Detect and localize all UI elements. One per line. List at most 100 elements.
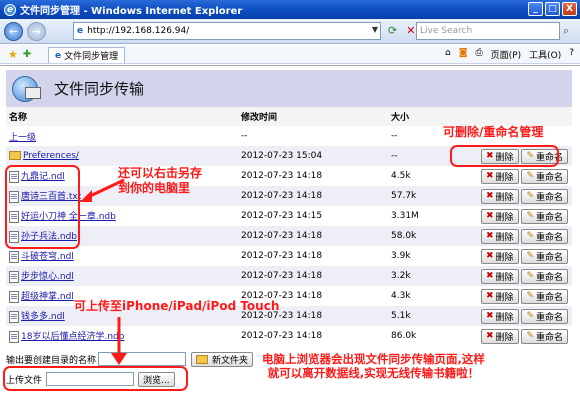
window-title: 文件同步管理 - Windows Internet Explorer (20, 6, 243, 17)
print-icon[interactable]: ⎙ (475, 48, 482, 61)
rename-label: 重命名 (535, 192, 563, 203)
column-name-header: 名称 (6, 107, 238, 126)
delete-button[interactable]: ✖ 删除 (481, 288, 519, 304)
cell-actions: ✖ 删除 ✎ 重命名 (448, 226, 572, 246)
refresh-icon[interactable]: ⟳ (388, 24, 397, 37)
add-favorites-icon[interactable]: ✚ (23, 49, 31, 60)
favorites-star-icon[interactable]: ★ (8, 48, 18, 61)
delete-label: 删除 (495, 312, 514, 323)
new-folder-button[interactable]: 新文件夹 (191, 351, 254, 367)
search-icon[interactable]: ⌕ (563, 24, 569, 38)
column-size-header: 大小 (388, 107, 448, 126)
file-link[interactable]: Preferences/ (23, 151, 79, 161)
delete-button[interactable]: ✖ 删除 (481, 308, 519, 324)
file-link[interactable]: 步步惊心.ndl (21, 272, 74, 282)
delete-icon: ✖ (486, 291, 494, 301)
file-icon (9, 330, 19, 343)
table-row: 孙子兵法.ndb 2012-07-23 14:18 58.0k ✖ 删除 ✎ 重命名 (6, 226, 572, 246)
delete-label: 删除 (495, 252, 514, 263)
tab-current[interactable]: e 文件同步管理 (48, 47, 126, 63)
upload-highlight (3, 366, 188, 391)
forward-button[interactable]: → (27, 21, 46, 41)
cell-time: 2012-07-23 14:18 (238, 226, 388, 246)
rename-button[interactable]: ✎ 重命名 (521, 288, 568, 304)
feeds-icon[interactable]: ◙ (459, 48, 468, 61)
tab-page-icon: e (55, 50, 62, 61)
cell-size: 3.9k (391, 251, 411, 261)
file-link[interactable]: 钱多多.ndl (21, 312, 65, 322)
upload-arrow (111, 317, 127, 365)
delete-label: 删除 (495, 172, 514, 183)
cell-actions: ✖ 删除 ✎ 重命名 (448, 246, 572, 266)
delete-button[interactable]: ✖ 删除 (481, 188, 519, 204)
delete-button[interactable]: ✖ 删除 (481, 168, 519, 184)
rename-label: 重命名 (535, 312, 563, 323)
manage-highlight (450, 145, 559, 167)
upload-annotation: 可上传至iPhone/iPad/iPod Touch (74, 299, 280, 313)
cell-time: 2012-07-23 14:18 (241, 331, 323, 341)
delete-button[interactable]: ✖ 删除 (481, 248, 519, 264)
delete-icon: ✖ (486, 191, 494, 201)
file-icon (9, 290, 19, 303)
navigation-bar: ← → e http://192.168.126.94/ ▼ ⟳ ✕ Live … (0, 19, 580, 44)
column-time-header: 修改时间 (238, 107, 388, 126)
ie-logo-icon: e (4, 3, 16, 16)
page-menu[interactable]: 页面(P) (491, 48, 521, 61)
maximize-button[interactable]: □ (545, 2, 560, 16)
cell-size: 4.5k (391, 171, 411, 181)
address-url: http://192.168.126.94/ (87, 26, 190, 36)
search-input[interactable]: Live Search (416, 22, 560, 40)
delete-label: 删除 (495, 212, 514, 223)
help-icon[interactable]: ? (569, 48, 574, 61)
rename-button[interactable]: ✎ 重命名 (521, 208, 568, 224)
file-link[interactable]: 超级神掌.ndl (21, 292, 74, 302)
page-header: 文件同步传输 (6, 70, 572, 107)
minimize-button[interactable]: _ (528, 2, 543, 16)
delete-icon: ✖ (486, 211, 494, 221)
cell-actions: ✖ 删除 ✎ 重命名 (448, 206, 572, 226)
cell-time: 2012-07-23 14:18 (238, 186, 388, 206)
address-bar[interactable]: e http://192.168.126.94/ ▼ (73, 22, 381, 40)
rename-button[interactable]: ✎ 重命名 (521, 228, 568, 244)
table-row: 好运小刀神 全一章.ndb 2012-07-23 14:15 3.31M ✖ 删除 ✎ 重… (6, 206, 572, 226)
delete-label: 删除 (495, 272, 514, 283)
delete-icon: ✖ (486, 251, 494, 261)
cell-time: 2012-07-23 14:18 (238, 266, 388, 286)
file-icon (9, 270, 19, 283)
stop-icon[interactable]: ✕ (406, 24, 415, 37)
cell-actions: ✖ 删除 ✎ 重命名 (448, 286, 572, 306)
rename-button[interactable]: ✎ 重命名 (521, 308, 568, 324)
cell-name: Preferences/ (6, 146, 238, 166)
delete-button[interactable]: ✖ 删除 (481, 268, 519, 284)
close-button[interactable]: X (562, 2, 577, 16)
rename-button[interactable]: ✎ 重命名 (521, 188, 568, 204)
file-link[interactable]: 上一级 (9, 133, 36, 143)
chevron-down-icon[interactable]: ▼ (372, 25, 378, 34)
tools-menu[interactable]: 工具(O) (529, 48, 561, 61)
rename-button[interactable]: ✎ 重命名 (521, 268, 568, 284)
page-title: 文件同步传输 (54, 80, 145, 98)
delete-label: 删除 (495, 292, 514, 303)
folder-icon (9, 151, 21, 160)
home-icon[interactable]: ⌂ (445, 48, 451, 61)
delete-button[interactable]: ✖ 删除 (481, 228, 519, 244)
rename-label: 重命名 (535, 332, 563, 343)
back-button[interactable]: ← (4, 21, 23, 41)
sync-globe-icon (12, 75, 41, 102)
delete-button[interactable]: ✖ 删除 (481, 328, 519, 344)
rename-button[interactable]: ✎ 重命名 (521, 248, 568, 264)
new-folder-label: 新文件夹 (212, 355, 249, 366)
cell-name: 上一级 (6, 126, 238, 146)
rename-icon: ✎ (526, 211, 534, 221)
delete-icon: ✖ (486, 271, 494, 281)
rename-label: 重命名 (535, 272, 563, 283)
delete-button[interactable]: ✖ 删除 (481, 208, 519, 224)
rename-icon: ✎ (526, 271, 534, 281)
rename-button[interactable]: ✎ 重命名 (521, 328, 568, 344)
bottom-annotation: 电脑上浏览器会出现文件同步传输页面,这样 就可以离开数据线,实现无线传输书籍啦！ (262, 352, 485, 381)
file-link[interactable]: 斗破苍穹.ndl (21, 252, 74, 262)
cell-size: 3.31M (391, 211, 419, 221)
delete-icon: ✖ (486, 171, 494, 181)
cell-time: 2012-07-23 15:04 (238, 146, 388, 166)
rename-button[interactable]: ✎ 重命名 (521, 168, 568, 184)
